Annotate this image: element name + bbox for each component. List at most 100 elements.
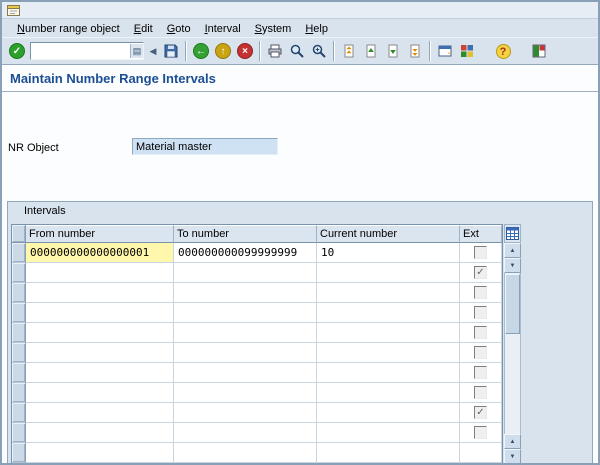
row-selector[interactable] [12, 403, 26, 423]
toolbar-separator [259, 41, 261, 61]
cell-ext: ✓ [460, 403, 502, 423]
help-button[interactable]: ? [492, 40, 514, 62]
scrollbar-thumb[interactable] [505, 274, 520, 334]
ext-checkbox[interactable] [474, 326, 487, 339]
row-selector[interactable] [12, 383, 26, 403]
cell-from-number[interactable] [26, 283, 174, 303]
cell-to-number[interactable] [174, 343, 317, 363]
cell-to-number[interactable] [174, 423, 317, 443]
cell-current-number[interactable] [317, 323, 460, 343]
cell-current-number[interactable] [317, 363, 460, 383]
cell-current-number[interactable] [317, 303, 460, 323]
new-session-button[interactable] [434, 40, 456, 62]
scroll-down-button[interactable]: ▼ [504, 258, 521, 273]
back-button[interactable]: ← [190, 40, 212, 62]
command-input[interactable] [31, 44, 130, 58]
cell-ext [460, 323, 502, 343]
ext-checkbox[interactable] [474, 426, 487, 439]
row-selector[interactable] [12, 363, 26, 383]
first-page-button[interactable] [338, 40, 360, 62]
cell-from-number[interactable] [26, 443, 174, 463]
scroll-down-button-bottom[interactable]: ▼ [504, 449, 521, 463]
magnifier-icon [290, 44, 304, 58]
menu-help[interactable]: Help [298, 21, 335, 37]
row-selector[interactable] [12, 243, 26, 263]
find-next-button[interactable] [308, 40, 330, 62]
cell-current-number[interactable] [317, 423, 460, 443]
cell-to-number[interactable] [174, 263, 317, 283]
find-button[interactable] [286, 40, 308, 62]
cell-from-number[interactable] [26, 323, 174, 343]
cancel-button[interactable]: × [234, 40, 256, 62]
cell-current-number[interactable] [317, 443, 460, 463]
scroll-up-button-bottom[interactable]: ▲ [504, 434, 521, 449]
cell-to-number[interactable] [174, 323, 317, 343]
menu-system[interactable]: System [248, 21, 299, 37]
cell-current-number[interactable] [317, 343, 460, 363]
menu-interval[interactable]: Interval [198, 21, 248, 37]
row-selector[interactable] [12, 443, 26, 463]
row-selector[interactable] [12, 343, 26, 363]
ext-checkbox[interactable] [474, 386, 487, 399]
ext-checkbox[interactable]: ✓ [474, 266, 487, 279]
ext-checkbox[interactable] [474, 306, 487, 319]
cell-ext [460, 343, 502, 363]
cell-from-number[interactable] [26, 423, 174, 443]
cell-from-number[interactable] [26, 363, 174, 383]
column-header-ext[interactable]: Ext [460, 225, 502, 243]
cell-to-number[interactable] [174, 443, 317, 463]
cell-from-number[interactable]: 000000000000000001 [26, 243, 174, 263]
cell-from-number[interactable] [26, 303, 174, 323]
column-header-current-number[interactable]: Current number [317, 225, 460, 243]
nr-object-field[interactable]: Material master [132, 138, 278, 155]
scroll-up-button[interactable]: ▲ [504, 243, 521, 258]
menu-edit[interactable]: Edit [127, 21, 160, 37]
collapse-command-button[interactable]: ◀ [146, 40, 160, 62]
ext-checkbox[interactable] [474, 246, 487, 259]
cell-current-number[interactable] [317, 403, 460, 423]
create-shortcut-button[interactable] [456, 40, 478, 62]
page-down-button[interactable] [382, 40, 404, 62]
cell-from-number[interactable] [26, 343, 174, 363]
command-dropdown-icon[interactable]: ▤ [130, 44, 143, 58]
customize-layout-button[interactable] [528, 40, 550, 62]
cell-to-number[interactable] [174, 363, 317, 383]
row-selector[interactable] [12, 423, 26, 443]
cell-current-number[interactable] [317, 263, 460, 283]
exit-button[interactable]: ↑ [212, 40, 234, 62]
cell-to-number[interactable] [174, 303, 317, 323]
cell-to-number[interactable] [174, 403, 317, 423]
cell-from-number[interactable] [26, 403, 174, 423]
cell-current-number[interactable]: 10 [317, 243, 460, 263]
question-mark-icon: ? [495, 43, 511, 59]
system-menu-icon[interactable] [7, 4, 21, 17]
print-button[interactable] [264, 40, 286, 62]
enter-button[interactable]: ✓ [6, 40, 28, 62]
ext-checkbox[interactable] [474, 346, 487, 359]
cell-to-number[interactable] [174, 383, 317, 403]
cell-from-number[interactable] [26, 383, 174, 403]
ext-checkbox[interactable] [474, 366, 487, 379]
column-header-from-number[interactable]: From number [26, 225, 174, 243]
menu-goto[interactable]: Goto [160, 21, 198, 37]
menu-number-range-object[interactable]: Number range object [10, 21, 127, 37]
column-header-to-number[interactable]: To number [174, 225, 317, 243]
cell-ext [460, 423, 502, 443]
row-selector[interactable] [12, 283, 26, 303]
cell-current-number[interactable] [317, 383, 460, 403]
save-button[interactable] [160, 40, 182, 62]
page-up-button[interactable] [360, 40, 382, 62]
scrollbar-track[interactable] [504, 273, 521, 434]
row-selector[interactable] [12, 303, 26, 323]
cell-from-number[interactable] [26, 263, 174, 283]
table-settings-button[interactable] [504, 224, 521, 243]
last-page-button[interactable] [404, 40, 426, 62]
ext-checkbox[interactable] [474, 286, 487, 299]
cell-to-number[interactable]: 000000000099999999 [174, 243, 317, 263]
row-selector[interactable] [12, 263, 26, 283]
cell-to-number[interactable] [174, 283, 317, 303]
ext-checkbox[interactable]: ✓ [474, 406, 487, 419]
select-all-cell[interactable] [12, 225, 26, 243]
row-selector[interactable] [12, 323, 26, 343]
cell-current-number[interactable] [317, 283, 460, 303]
